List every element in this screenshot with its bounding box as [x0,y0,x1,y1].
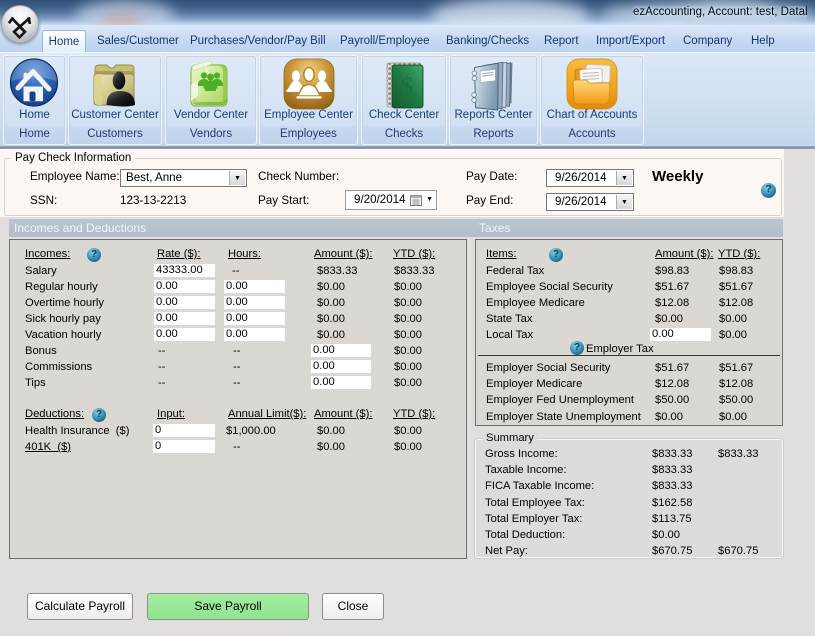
svg-text:$: $ [401,73,414,100]
